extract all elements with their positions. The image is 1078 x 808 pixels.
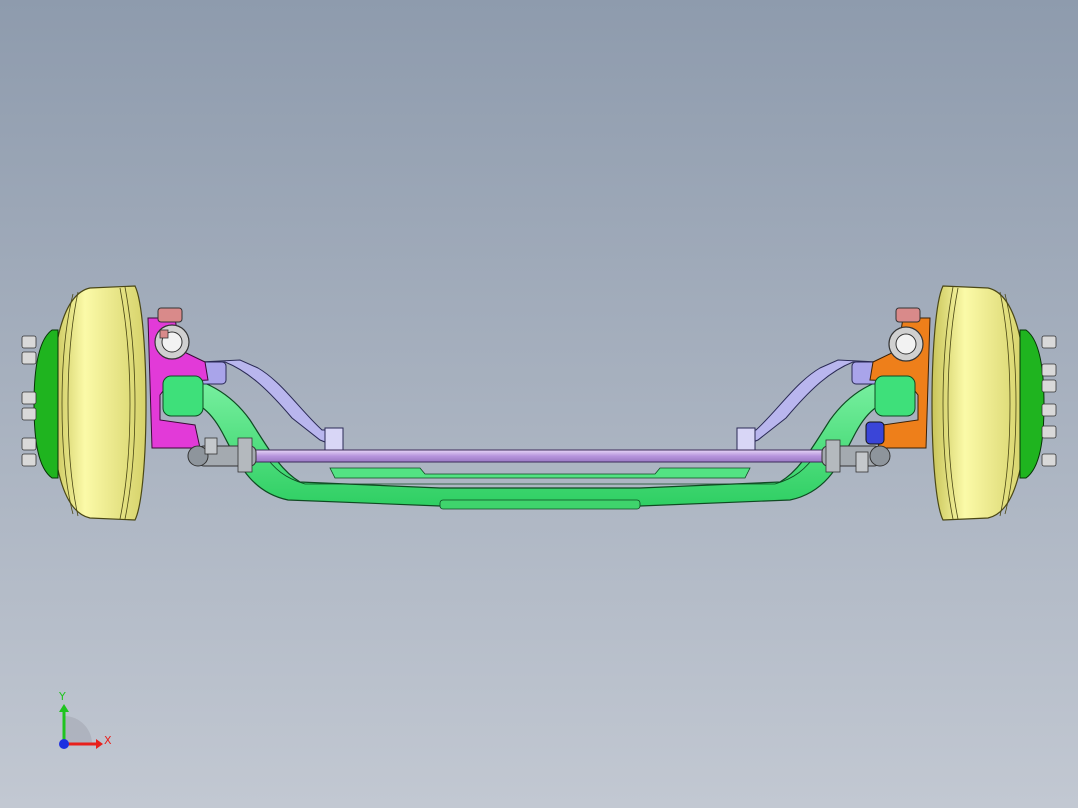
viewport-background (0, 0, 1078, 808)
brake-drum-left[interactable] (51, 285, 147, 521)
triad-y-label: Y (58, 690, 66, 703)
triad-z-axis-icon (59, 739, 69, 749)
brake-drum-right[interactable] (931, 285, 1027, 521)
tie-rod[interactable] (244, 449, 846, 463)
cad-viewport[interactable]: X Y (0, 0, 1078, 808)
axle-assembly-view[interactable]: X Y (0, 0, 1078, 808)
triad-x-label: X (104, 734, 112, 747)
wheel-bolts-left (21, 335, 37, 467)
